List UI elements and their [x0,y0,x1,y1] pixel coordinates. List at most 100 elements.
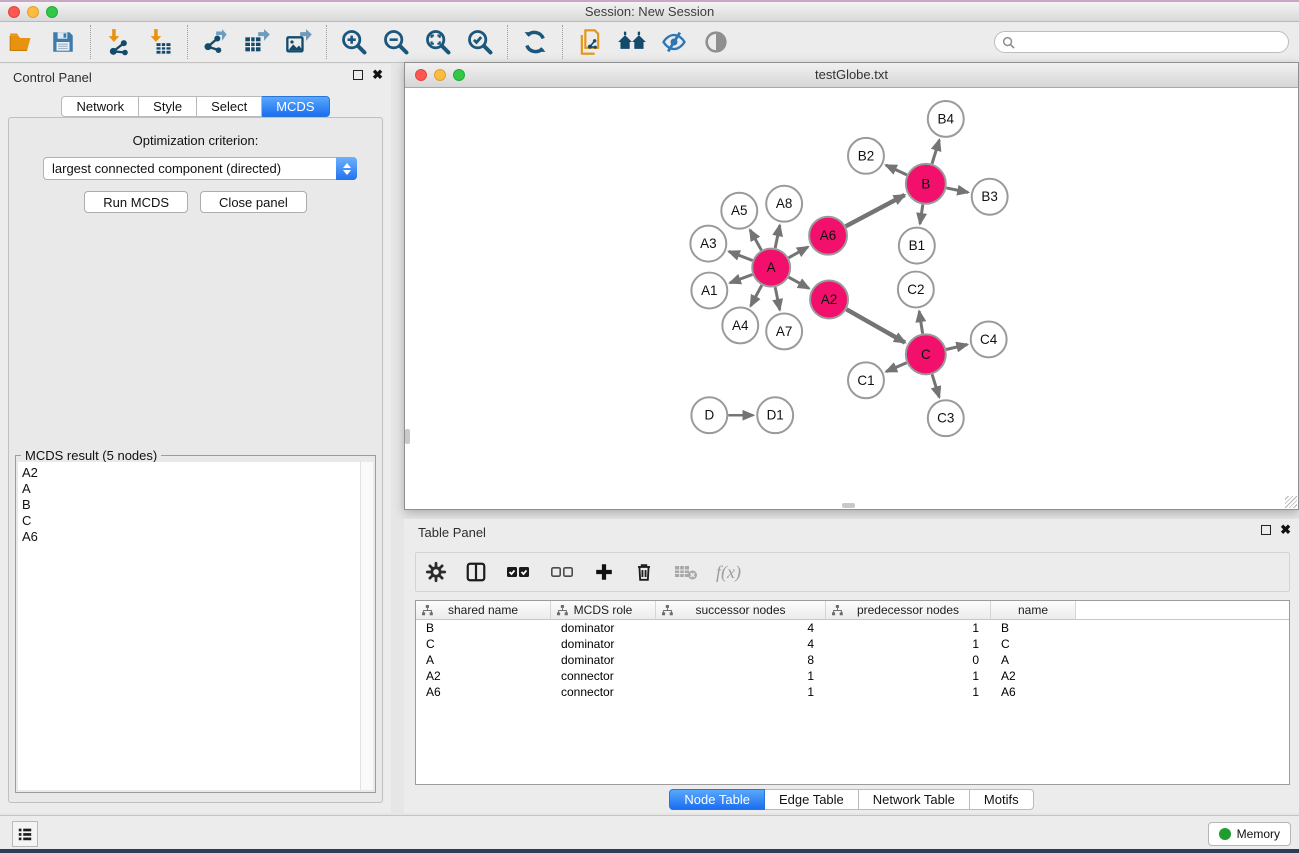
table-cell[interactable]: 4 [656,620,826,636]
column-header-successor-nodes[interactable]: successor nodes [656,601,826,619]
table-cell[interactable]: 1 [826,620,991,636]
close-table-panel-icon[interactable]: ✖ [1280,524,1291,536]
result-item[interactable]: A6 [22,529,373,545]
graph-node-C4[interactable]: C4 [971,321,1007,357]
graph-edge-A-A7[interactable] [775,287,780,310]
horizontal-scroll-thumb[interactable] [842,503,855,508]
import-table-icon[interactable] [145,27,175,57]
graph-node-A6[interactable]: A6 [809,217,847,255]
tab-network[interactable]: Network [61,96,139,117]
clone-network-icon[interactable] [575,27,605,57]
graph-node-B3[interactable]: B3 [972,179,1008,215]
mcds-result-list[interactable]: A2ABCA6 [18,462,373,790]
graph-edge-B-B3[interactable] [946,188,968,192]
table-cell[interactable]: A6 [991,684,1076,700]
graph-node-C1[interactable]: C1 [848,362,884,398]
graph-node-C2[interactable]: C2 [898,272,934,308]
table-cell[interactable]: 1 [826,668,991,684]
graph-edge-A-A5[interactable] [750,230,761,250]
table-cell[interactable]: 1 [656,668,826,684]
graph-node-A[interactable]: A [752,249,790,287]
network-view-window[interactable]: testGlobe.txt B4B2BB3B1A5A8A3A6AA1A2A4A7… [404,62,1299,510]
criterion-dropdown[interactable]: largest connected component (directed) [43,157,357,180]
graph-node-B2[interactable]: B2 [848,138,884,174]
save-session-icon[interactable] [48,27,78,57]
graph-node-C3[interactable]: C3 [928,400,964,436]
graph-edge-B-B1[interactable] [920,205,923,224]
resize-grip[interactable] [1285,496,1297,508]
float-table-panel-icon[interactable] [1261,525,1271,535]
table-cell[interactable]: C [416,636,551,652]
graph-node-A8[interactable]: A8 [766,186,802,222]
table-cell[interactable]: 1 [826,684,991,700]
table-cell[interactable]: A [991,652,1076,668]
refresh-icon[interactable] [520,27,550,57]
split-columns-icon[interactable] [465,561,487,583]
result-item[interactable]: A [22,481,373,497]
tab-network-table[interactable]: Network Table [859,789,970,810]
network-window-titlebar[interactable]: testGlobe.txt [405,63,1298,88]
column-header-shared-name[interactable]: shared name [416,601,551,619]
settings-gear-icon[interactable] [425,561,447,583]
close-panel-icon[interactable]: ✖ [372,69,383,81]
node-table[interactable]: shared nameMCDS rolesuccessor nodesprede… [415,600,1290,785]
delete-column-icon[interactable] [633,561,655,583]
table-cell[interactable]: dominator [551,620,656,636]
zoom-fit-icon[interactable] [423,27,453,57]
graph-node-A7[interactable]: A7 [766,313,802,349]
table-cell[interactable]: A [416,652,551,668]
graph-node-A4[interactable]: A4 [722,307,758,343]
graph-edge-B-B2[interactable] [886,165,907,175]
table-cell[interactable]: B [416,620,551,636]
result-item[interactable]: C [22,513,373,529]
graph-edge-A-A3[interactable] [729,251,753,260]
graph-node-A2[interactable]: A2 [810,281,848,319]
graph-edge-C-C3[interactable] [932,374,939,397]
add-column-icon[interactable] [593,561,615,583]
network-canvas[interactable]: B4B2BB3B1A5A8A3A6AA1A2A4A7C2CC4C1C3DD1 [405,88,1298,509]
table-row[interactable]: Cdominator41C [416,636,1289,652]
zoom-in-icon[interactable] [339,27,369,57]
graph-edge-A-A2[interactable] [789,277,809,288]
graph-node-A3[interactable]: A3 [690,226,726,262]
graph-node-B[interactable]: B [906,164,946,204]
result-scrollbar[interactable] [360,462,373,790]
run-mcds-button[interactable]: Run MCDS [84,191,188,213]
table-row[interactable]: A2connector11A2 [416,668,1289,684]
table-cell[interactable]: dominator [551,636,656,652]
hide-graphics-details-icon[interactable] [659,27,689,57]
open-file-icon[interactable] [6,27,36,57]
float-panel-icon[interactable] [353,70,363,80]
table-cell[interactable]: B [991,620,1076,636]
table-cell[interactable]: 4 [656,636,826,652]
table-cell[interactable]: A2 [991,668,1076,684]
graph-node-B4[interactable]: B4 [928,101,964,137]
vertical-scroll-thumb[interactable] [405,429,410,444]
table-cell[interactable]: C [991,636,1076,652]
memory-button[interactable]: Memory [1208,822,1291,846]
dropdown-stepper-icon[interactable] [336,157,357,180]
table-cell[interactable]: 1 [826,636,991,652]
table-cell[interactable]: 1 [656,684,826,700]
graph-edge-A-A6[interactable] [789,247,808,258]
result-item[interactable]: B [22,497,373,513]
close-panel-button[interactable]: Close panel [200,191,307,213]
import-network-icon[interactable] [103,27,133,57]
graph-node-C[interactable]: C [906,334,946,374]
show-graphics-details-icon[interactable] [701,27,731,57]
tab-style[interactable]: Style [139,96,197,117]
tab-node-table[interactable]: Node Table [669,789,765,810]
tab-motifs[interactable]: Motifs [970,789,1034,810]
zoom-selected-icon[interactable] [465,27,495,57]
table-cell[interactable]: 0 [826,652,991,668]
export-network-icon[interactable] [200,27,230,57]
search-input[interactable] [1015,33,1288,51]
search-field[interactable] [994,31,1289,53]
graph-node-B1[interactable]: B1 [899,228,935,264]
tab-mcds[interactable]: MCDS [262,96,329,117]
graph-edge-C-C4[interactable] [946,344,967,349]
graph-edge-A-A1[interactable] [730,275,753,283]
graph-edge-C-C2[interactable] [919,311,922,333]
column-header-MCDS-role[interactable]: MCDS role [551,601,656,619]
column-header-predecessor-nodes[interactable]: predecessor nodes [826,601,991,619]
